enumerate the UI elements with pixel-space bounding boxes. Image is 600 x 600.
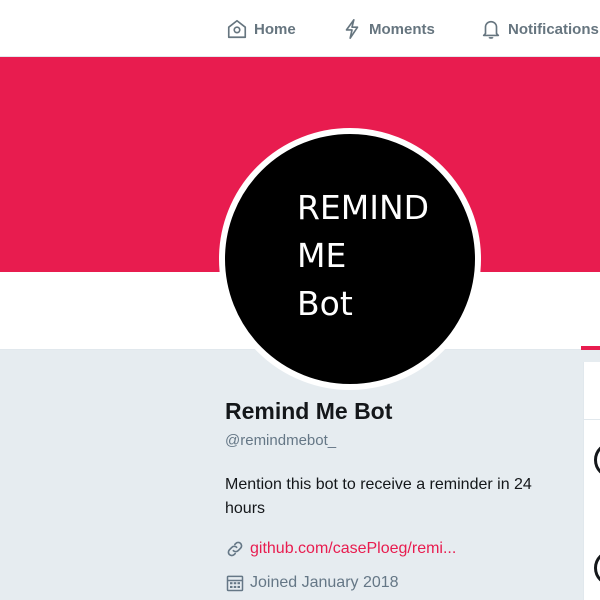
lightning-icon — [341, 18, 363, 40]
profile-url-row: github.com/casePloeg/remi... — [225, 539, 456, 559]
profile-joined-row: Joined January 2018 — [225, 573, 399, 593]
nav-notifications[interactable]: Notifications — [480, 15, 599, 43]
tweet-avatar[interactable] — [594, 550, 600, 586]
timeline-divider — [584, 419, 600, 420]
profile-handle[interactable]: @remindmebot_ — [225, 432, 336, 449]
home-icon — [226, 18, 248, 40]
profile-joined-text: Joined January 2018 — [250, 574, 399, 591]
timeline-panel — [583, 362, 600, 600]
active-tab-indicator — [581, 346, 600, 350]
nav-notifications-label: Notifications — [508, 20, 599, 38]
tweet-avatar[interactable] — [594, 442, 600, 478]
profile-bio: Mention this bot to receive a reminder i… — [225, 476, 532, 517]
link-icon — [225, 539, 245, 559]
nav-home[interactable]: Home — [226, 15, 296, 43]
profile-name[interactable]: Remind Me Bot — [225, 398, 392, 425]
nav-moments-label: Moments — [369, 20, 435, 38]
calendar-icon — [225, 573, 245, 593]
nav-home-label: Home — [254, 20, 296, 38]
nav-moments[interactable]: Moments — [341, 15, 435, 43]
profile-url-link[interactable]: github.com/casePloeg/remi... — [250, 540, 456, 558]
top-navigation-bar: Home Moments Notifications — [0, 0, 600, 57]
profile-avatar[interactable]: REMIND ME Bot — [219, 128, 481, 390]
bell-icon — [480, 18, 502, 40]
avatar-text: REMIND ME Bot — [297, 188, 430, 323]
